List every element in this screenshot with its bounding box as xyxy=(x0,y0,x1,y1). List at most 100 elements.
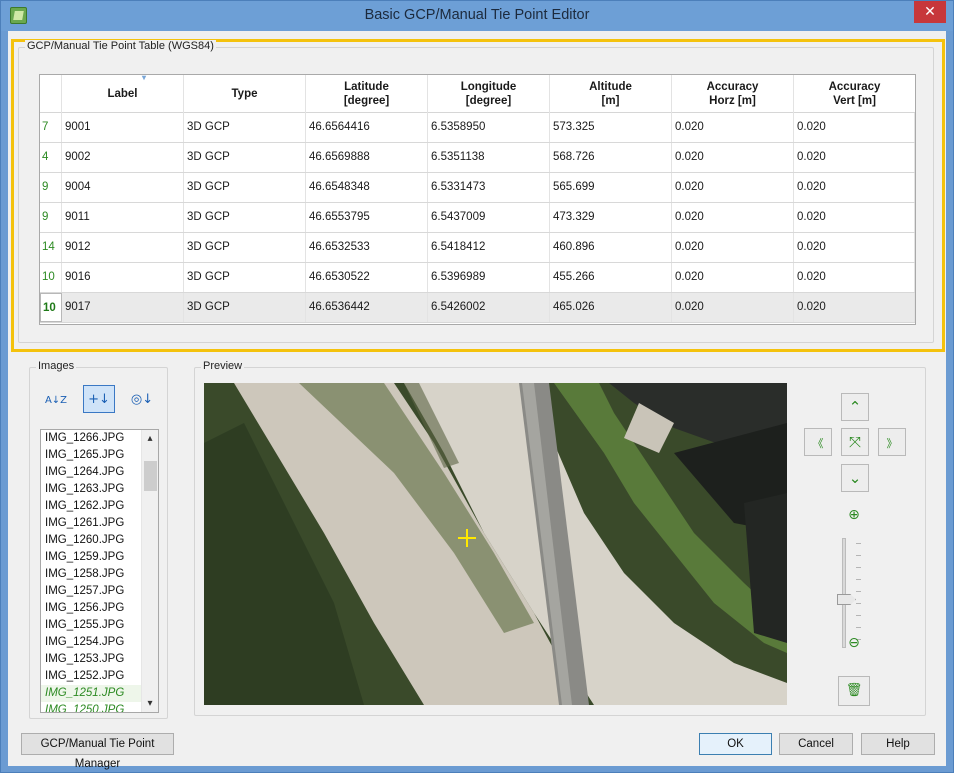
fit-view-button[interactable]: ⤧ xyxy=(841,428,869,456)
latitude-cell[interactable]: 46.6564416 xyxy=(306,113,428,142)
label-cell[interactable]: 9017 xyxy=(62,293,184,322)
type-cell[interactable]: 3D GCP xyxy=(184,233,306,262)
ok-button[interactable]: OK xyxy=(699,733,772,755)
accuracy-vert-cell[interactable]: 0.020 xyxy=(794,263,915,292)
table-row[interactable]: 10 9016 3D GCP 46.6530522 6.5396989 455.266 0.… xyxy=(40,263,915,293)
sort-camera-button[interactable]: ◎↓ xyxy=(126,386,158,414)
longitude-cell[interactable]: 6.5358950 xyxy=(428,113,550,142)
slider-tick xyxy=(856,615,861,616)
preview-image[interactable] xyxy=(204,383,787,705)
sort-distance-button[interactable]: +↓ xyxy=(83,385,115,413)
sort-alpha-button[interactable]: A↓Z xyxy=(40,386,72,414)
column-header-longitude[interactable]: Longitude [degree] xyxy=(428,75,550,113)
altitude-cell[interactable]: 465.026 xyxy=(550,293,672,322)
label-cell[interactable]: 9016 xyxy=(62,263,184,292)
type-cell[interactable]: 3D GCP xyxy=(184,263,306,292)
altitude-cell[interactable]: 460.896 xyxy=(550,233,672,262)
longitude-cell[interactable]: 6.5426002 xyxy=(428,293,550,322)
table-row[interactable]: 14 9012 3D GCP 46.6532533 6.5418412 460.896 0.… xyxy=(40,233,915,263)
pan-left-button[interactable]: 《 xyxy=(804,428,832,456)
scroll-down-icon[interactable]: ▾ xyxy=(142,695,158,712)
altitude-cell[interactable]: 565.699 xyxy=(550,173,672,202)
altitude-cell[interactable]: 473.329 xyxy=(550,203,672,232)
altitude-cell[interactable]: 573.325 xyxy=(550,113,672,142)
title-bar[interactable]: Basic GCP/Manual Tie Point Editor ✕ xyxy=(1,1,953,31)
longitude-cell[interactable]: 6.5351138 xyxy=(428,143,550,172)
longitude-cell[interactable]: 6.5418412 xyxy=(428,233,550,262)
accuracy-vert-cell[interactable]: 0.020 xyxy=(794,233,915,262)
type-cell[interactable]: 3D GCP xyxy=(184,203,306,232)
label-cell[interactable]: 9004 xyxy=(62,173,184,202)
accuracy-vert-cell[interactable]: 0.020 xyxy=(794,203,915,232)
accuracy-vert-cell[interactable]: 0.020 xyxy=(794,173,915,202)
accuracy-horz-cell[interactable]: 0.020 xyxy=(672,263,794,292)
pan-up-button[interactable]: ⌃ xyxy=(841,393,869,421)
image-list[interactable]: IMG_1266.JPG IMG_1265.JPG IMG_1264.JPG IMG_… xyxy=(40,429,159,713)
type-cell[interactable]: 3D GCP xyxy=(184,293,306,322)
label-cell[interactable]: 9012 xyxy=(62,233,184,262)
pan-down-button[interactable]: ⌄ xyxy=(841,464,869,492)
scrollbar-thumb[interactable] xyxy=(144,461,157,491)
table-row[interactable]: 4 9002 3D GCP 46.6569888 6.5351138 568.726 0.0… xyxy=(40,143,915,173)
table-row[interactable]: 7 9001 3D GCP 46.6564416 6.5358950 573.325 0.0… xyxy=(40,113,915,143)
label-cell[interactable]: 9011 xyxy=(62,203,184,232)
accuracy-vert-cell[interactable]: 0.020 xyxy=(794,143,915,172)
gcp-table-header: Label ▾ Type Latitude [degree] Longitude … xyxy=(40,74,915,113)
latitude-cell[interactable]: 46.6569888 xyxy=(306,143,428,172)
longitude-cell[interactable]: 6.5331473 xyxy=(428,173,550,202)
pan-right-button[interactable]: 》 xyxy=(878,428,906,456)
column-header-type[interactable]: Type xyxy=(184,75,306,113)
zoom-slider-track[interactable] xyxy=(842,538,846,648)
column-header-altitude[interactable]: Altitude [m] xyxy=(550,75,672,113)
accuracy-vert-cell[interactable]: 0.020 xyxy=(794,113,915,142)
type-cell[interactable]: 3D GCP xyxy=(184,173,306,202)
latitude-cell[interactable]: 46.6548348 xyxy=(306,173,428,202)
gcp-manager-button[interactable]: GCP/Manual Tie Point Manager xyxy=(21,733,174,770)
latitude-cell[interactable]: 46.6536442 xyxy=(306,293,428,322)
altitude-cell[interactable]: 455.266 xyxy=(550,263,672,292)
altitude-cell[interactable]: 568.726 xyxy=(550,143,672,172)
scroll-up-icon[interactable]: ▴ xyxy=(142,430,158,447)
label-cell[interactable]: 9002 xyxy=(62,143,184,172)
gcp-table-group-label: GCP/Manual Tie Point Table (WGS84) xyxy=(25,40,216,52)
type-cell[interactable]: 3D GCP xyxy=(184,143,306,172)
accuracy-horz-cell[interactable]: 0.020 xyxy=(672,113,794,142)
row-count-cell[interactable]: 10 xyxy=(40,293,62,322)
label-cell[interactable]: 9001 xyxy=(62,113,184,142)
table-row[interactable]: 10 9017 3D GCP 46.6536442 6.5426002 465.026 0.… xyxy=(40,293,915,323)
help-button[interactable]: Help xyxy=(861,733,935,755)
table-row[interactable]: 9 9011 3D GCP 46.6553795 6.5437009 473.329 0.0… xyxy=(40,203,915,233)
column-header-accuracy-vert[interactable]: Accuracy Vert [m] xyxy=(794,75,915,113)
type-cell[interactable]: 3D GCP xyxy=(184,113,306,142)
sort-alpha-icon: A↓Z xyxy=(44,395,68,406)
accuracy-horz-cell[interactable]: 0.020 xyxy=(672,173,794,202)
accuracy-horz-cell[interactable]: 0.020 xyxy=(672,143,794,172)
cancel-button[interactable]: Cancel xyxy=(779,733,853,755)
column-header-accuracy-horz[interactable]: Accuracy Horz [m] xyxy=(672,75,794,113)
close-button[interactable]: ✕ xyxy=(914,1,946,23)
longitude-cell[interactable]: 6.5396989 xyxy=(428,263,550,292)
row-count-cell[interactable]: 4 xyxy=(40,143,62,172)
aerial-photo xyxy=(204,383,787,705)
row-count-cell[interactable]: 14 xyxy=(40,233,62,262)
column-header-latitude[interactable]: Latitude [degree] xyxy=(306,75,428,113)
row-count-cell[interactable]: 7 xyxy=(40,113,62,142)
image-list-scrollbar[interactable]: ▴ ▾ xyxy=(141,430,158,712)
latitude-cell[interactable]: 46.6530522 xyxy=(306,263,428,292)
zoom-in-icon[interactable]: ⊕ xyxy=(845,506,863,524)
accuracy-horz-cell[interactable]: 0.020 xyxy=(672,293,794,322)
row-count-cell[interactable]: 10 xyxy=(40,263,62,292)
column-header-label[interactable]: Label ▾ xyxy=(62,74,184,113)
accuracy-horz-cell[interactable]: 0.020 xyxy=(672,203,794,232)
zoom-out-icon[interactable]: ⊖ xyxy=(845,634,863,652)
row-count-cell[interactable]: 9 xyxy=(40,173,62,202)
table-row[interactable]: 9 9004 3D GCP 46.6548348 6.5331473 565.699 0.0… xyxy=(40,173,915,203)
accuracy-vert-cell[interactable]: 0.020 xyxy=(794,293,915,322)
row-count-cell[interactable]: 9 xyxy=(40,203,62,232)
delete-button[interactable]: 🗑 xyxy=(838,676,870,706)
latitude-cell[interactable]: 46.6532533 xyxy=(306,233,428,262)
latitude-cell[interactable]: 46.6553795 xyxy=(306,203,428,232)
accuracy-horz-cell[interactable]: 0.020 xyxy=(672,233,794,262)
slider-tick xyxy=(856,543,861,544)
longitude-cell[interactable]: 6.5437009 xyxy=(428,203,550,232)
